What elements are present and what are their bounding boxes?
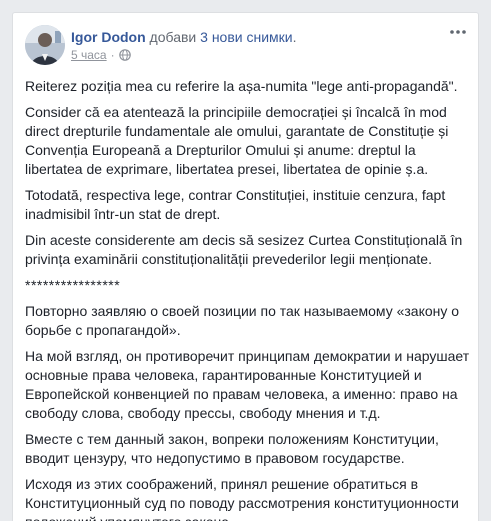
post-options-button[interactable] bbox=[448, 25, 468, 39]
globe-icon[interactable] bbox=[118, 49, 131, 61]
meta-separator: · bbox=[110, 48, 115, 62]
post-paragraph-ru-2: На мой взгляд, он противоречит принципам… bbox=[25, 348, 470, 421]
language-separator: **************** bbox=[25, 277, 121, 293]
author-action-text: добави bbox=[149, 29, 197, 45]
author-line: Igor Dodon добави 3 нови снимки. bbox=[71, 28, 297, 46]
ellipsis-icon bbox=[450, 30, 466, 34]
post-paragraph-ro-2: Consider că ea atentează la principiile … bbox=[25, 104, 449, 177]
post-card: Igor Dodon добави 3 нови снимки. 5 часа … bbox=[12, 12, 479, 521]
post-meta: 5 часа · bbox=[71, 47, 131, 63]
author-line-period: . bbox=[292, 29, 297, 45]
post-paragraph-ru-3: Вместе с тем данный закон, вопреки полож… bbox=[25, 431, 439, 466]
post-paragraph-ro-3: Totodată, respectiva lege, contrar Const… bbox=[25, 187, 446, 222]
post-timestamp-link[interactable]: 5 часа bbox=[71, 47, 107, 63]
post-paragraph-ro-4: Din aceste considerente am decis să sesi… bbox=[25, 232, 463, 267]
avatar-image bbox=[25, 25, 65, 65]
author-name-link[interactable]: Igor Dodon bbox=[71, 29, 146, 45]
post-body: Reiterez poziția mea cu referire la așa-… bbox=[25, 77, 470, 521]
post-paragraph-ro-1: Reiterez poziția mea cu referire la așa-… bbox=[25, 78, 458, 94]
author-avatar[interactable] bbox=[25, 25, 65, 65]
new-photos-link[interactable]: 3 нови снимки bbox=[200, 29, 292, 45]
post-paragraph-ru-4: Исходя из этих соображений, принял решен… bbox=[25, 476, 459, 521]
post-header: Igor Dodon добави 3 нови снимки. 5 часа … bbox=[13, 13, 478, 67]
post-paragraph-ru-1: Повторно заявляю о своей позиции по так … bbox=[25, 303, 460, 338]
